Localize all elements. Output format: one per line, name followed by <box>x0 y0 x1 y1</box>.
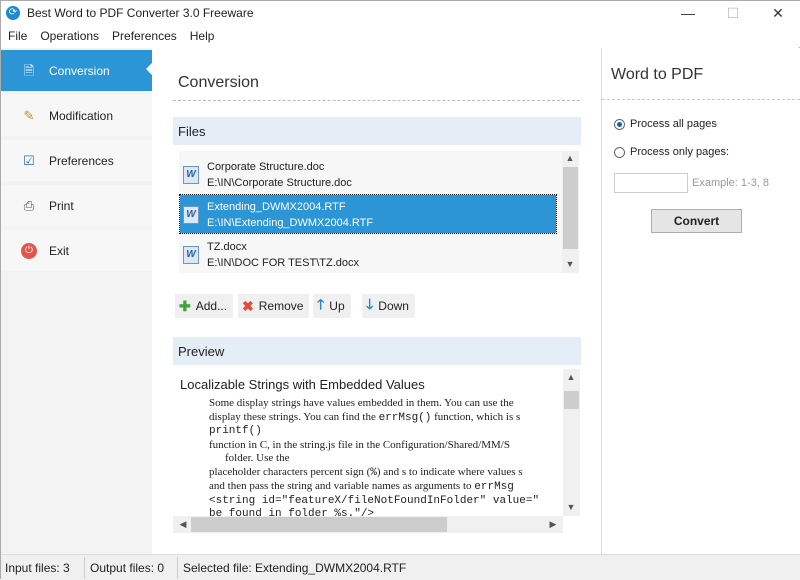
minimize-button[interactable]: — <box>673 3 703 23</box>
up-button[interactable]: 🡑 Up <box>313 294 351 318</box>
word-file-icon: W <box>183 246 199 264</box>
remove-icon: ✖ <box>242 297 254 314</box>
files-header: Files <box>173 117 581 145</box>
menu-preferences[interactable]: Preferences <box>105 25 183 43</box>
status-bar: Input files: 3 Output files: 0 Selected … <box>1 554 800 580</box>
convert-button[interactable]: Convert <box>651 209 742 233</box>
preview-hscrollbar[interactable]: ◀ ▶ <box>173 516 563 533</box>
printer-icon: ⎙ <box>23 197 35 213</box>
checklist-icon: ☑ <box>23 152 35 168</box>
preview-pane[interactable]: Localizable Strings with Embedded Values… <box>173 369 581 533</box>
file-list[interactable]: W Corporate Structure.doc E:\IN\Corporate … <box>179 151 579 273</box>
sidebar-item-conversion[interactable]: 🗎 Conversion <box>1 50 152 91</box>
close-button[interactable]: ✕ <box>763 3 793 23</box>
status-input-files: Input files: 3 <box>5 561 70 575</box>
sidebar: 🗎 Conversion ✎ Modification ☑ Preferences ⎙… <box>1 48 152 554</box>
scroll-up-icon[interactable]: ▲ <box>562 153 578 163</box>
sidebar-item-print[interactable]: ⎙ Print <box>1 185 152 226</box>
radio-checked[interactable] <box>614 118 625 130</box>
divider <box>173 100 580 101</box>
app-icon: ⟳ <box>6 6 20 20</box>
scroll-up-icon[interactable]: ▲ <box>563 372 579 382</box>
word-file-icon: W <box>183 166 199 184</box>
file-item[interactable]: W Corporate Structure.doc E:\IN\Corporate … <box>180 155 556 193</box>
preview-header: Preview <box>173 337 581 365</box>
convert-icon: 🗎 <box>23 62 35 78</box>
remove-button[interactable]: ✖ Remove <box>238 294 310 318</box>
preview-heading: Localizable Strings with Embedded Values <box>180 377 425 392</box>
status-output-files: Output files: 0 <box>90 561 165 575</box>
page-title: Conversion <box>178 74 259 91</box>
word-file-icon: W <box>183 206 199 224</box>
scroll-thumb[interactable] <box>564 391 579 409</box>
title-bar: ⟳ Best Word to PDF Converter 3.0 Freewar… <box>1 1 800 25</box>
menu-help[interactable]: Help <box>183 25 221 43</box>
status-selected-file: Selected file: Extending_DWMX2004.RTF <box>183 561 407 575</box>
pages-input[interactable] <box>614 173 688 193</box>
radio-all-pages[interactable]: Process all pages <box>614 118 717 130</box>
menu-bar: File Operations Preferences Help <box>1 25 800 47</box>
divider <box>602 99 800 100</box>
plus-icon: ✚ <box>179 297 191 314</box>
edit-icon: ✎ <box>23 107 35 123</box>
file-item[interactable]: W TZ.docx E:\IN\DOC FOR TEST\TZ.docx <box>180 235 556 273</box>
preview-vscrollbar[interactable]: ▲ ▼ <box>563 369 580 516</box>
sidebar-item-modification[interactable]: ✎ Modification <box>1 95 152 136</box>
pages-example: Example: 1-3, 8 <box>692 177 770 189</box>
file-list-scrollbar[interactable]: ▲ ▼ <box>562 151 579 273</box>
scroll-right-icon[interactable]: ▶ <box>545 519 561 530</box>
radio-only-pages[interactable]: Process only pages: <box>614 146 729 158</box>
scroll-down-icon[interactable]: ▼ <box>562 259 578 269</box>
preview-text: Some display strings have values embedde… <box>209 397 540 520</box>
window-title: Best Word to PDF Converter 3.0 Freeware <box>27 6 254 20</box>
arrow-up-icon: 🡑 <box>317 296 325 312</box>
scroll-thumb[interactable] <box>191 517 447 532</box>
scroll-thumb[interactable] <box>563 167 578 249</box>
maximize-button[interactable]: ☐ <box>718 3 748 23</box>
menu-file[interactable]: File <box>1 25 33 43</box>
arrow-down-icon: 🡓 <box>366 296 374 312</box>
radio-unchecked[interactable] <box>614 146 625 158</box>
panel-title: Word to PDF <box>611 66 704 83</box>
options-panel: Word to PDF Process all pages Process on… <box>601 48 800 554</box>
sidebar-item-preferences[interactable]: ☑ Preferences <box>1 140 152 181</box>
add-button[interactable]: ✚ Add... <box>175 294 234 318</box>
sidebar-item-exit[interactable]: ⏻ Exit <box>1 230 152 271</box>
file-item-selected[interactable]: W Extending_DWMX2004.RTF E:\IN\Extending_D… <box>179 194 557 234</box>
menu-operations[interactable]: Operations <box>33 25 105 43</box>
scroll-left-icon[interactable]: ◀ <box>175 519 191 530</box>
power-icon: ⏻ <box>21 242 37 259</box>
scroll-down-icon[interactable]: ▼ <box>563 502 579 512</box>
down-button[interactable]: 🡓 Down <box>362 294 415 318</box>
